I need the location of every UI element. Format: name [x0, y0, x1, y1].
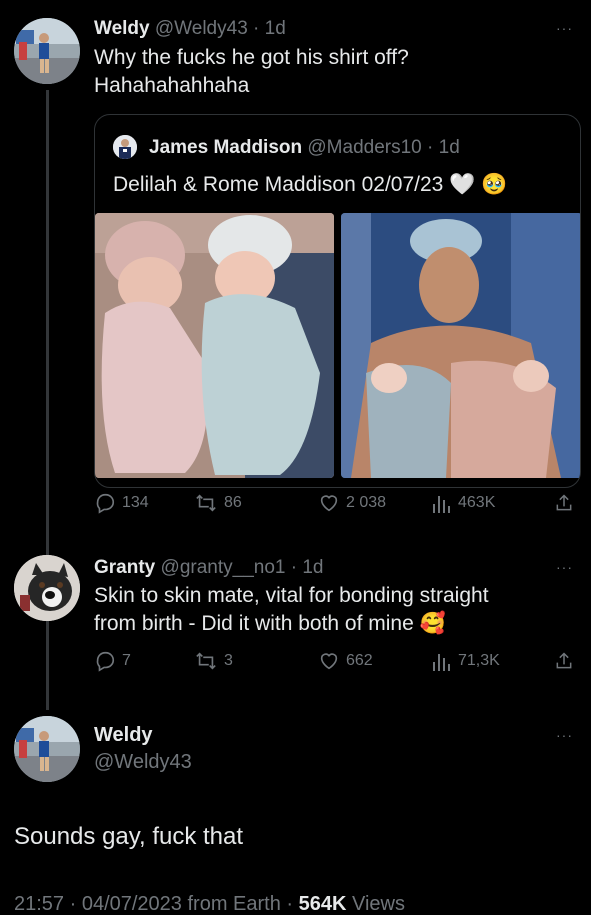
- tweet1-views-button[interactable]: 463K: [432, 492, 495, 514]
- quote-time: · 1d: [427, 137, 460, 158]
- tweet2-reply-button[interactable]: 7: [94, 650, 131, 672]
- tweet2-reply-count: 7: [122, 652, 131, 669]
- quote-author-name: James Maddison: [149, 137, 303, 158]
- tweet2-time[interactable]: · 1d: [291, 557, 324, 578]
- tweet1-reply-count: 134: [122, 494, 149, 511]
- main-author-name[interactable]: Weldy: [94, 724, 153, 747]
- tweet2-text-line2-wrap: from birth - Did it with both of mine 🥰: [94, 610, 489, 638]
- avatar-image: [113, 135, 137, 159]
- tweet1-reply-button[interactable]: 134: [94, 492, 149, 514]
- photo-newborn-twins[interactable]: [95, 213, 334, 478]
- like-icon: [320, 653, 338, 670]
- tweet1-views-count: 463K: [458, 494, 496, 511]
- tweet2-views-count: 71,3K: [458, 652, 500, 669]
- avatar-image: [14, 555, 80, 621]
- main-tweet-timestamp[interactable]: 21:57 · 04/07/2023 from Earth ·: [14, 893, 293, 915]
- reply-icon: [96, 493, 115, 514]
- tweet1-author-name[interactable]: Weldy: [94, 18, 150, 39]
- views-icon: [433, 654, 450, 671]
- photo-twins-image: [95, 213, 334, 478]
- share-icon: [556, 652, 572, 669]
- tweet2-retweet-button[interactable]: 3: [194, 650, 233, 672]
- main-author-handle[interactable]: @Weldy43: [94, 751, 192, 774]
- tweet2-like-button[interactable]: 662: [318, 650, 373, 672]
- quote-text-body: Delilah & Rome Maddison 02/07/23: [113, 173, 444, 196]
- tweet2-views-button[interactable]: 71,3K: [432, 650, 500, 672]
- tweet1-header: Weldy @Weldy43 · 1d: [94, 18, 286, 40]
- retweet-icon: [196, 494, 216, 512]
- avatar-granty[interactable]: [14, 555, 80, 621]
- tweet2-retweet-count: 3: [224, 652, 233, 669]
- tweet2-text-line2: from birth - Did it with both of mine: [94, 612, 414, 635]
- tweet1-text-line1: Why the fucks he got his shirt off?: [94, 46, 409, 69]
- views-icon: [433, 496, 450, 513]
- photo-maddison-image: [341, 213, 580, 478]
- tweet2-header: Granty @granty__no1 · 1d: [94, 557, 324, 579]
- avatar-weldy[interactable]: [14, 18, 80, 84]
- retweet-icon: [196, 652, 216, 670]
- main-tweet-text: Sounds gay, fuck that: [14, 823, 244, 850]
- like-icon: [320, 495, 338, 512]
- tweet1-text: Why the fucks he got his shirt off? Haha…: [94, 44, 409, 100]
- tweet2-text-line1: Skin to skin mate, vital for bonding str…: [94, 584, 489, 607]
- quoted-tweet[interactable]: James Maddison @Madders10 · 1d Delilah &…: [94, 114, 581, 488]
- tweet1-author-handle[interactable]: @Weldy43: [155, 18, 248, 39]
- tweet1-more-button[interactable]: ···: [556, 20, 573, 36]
- tweet1-like-button[interactable]: 2 038: [318, 492, 386, 514]
- main-tweet-meta: 21:57 · 04/07/2023 from Earth · 564K Vie…: [14, 893, 405, 915]
- tweet2-actions: 7 3 662 71,3K: [94, 650, 579, 680]
- photo-maddison-holding-twins[interactable]: [341, 213, 580, 478]
- tweet2-author-handle[interactable]: @granty__no1: [161, 557, 286, 578]
- tweet2-share-button[interactable]: [554, 650, 574, 672]
- tweet1-retweet-count: 86: [224, 494, 242, 511]
- tweet2-more-button[interactable]: ···: [556, 559, 573, 575]
- quote-author-handle: @Madders10: [307, 137, 422, 158]
- tweet2-like-count: 662: [346, 652, 373, 669]
- avatar-image: [14, 716, 80, 782]
- tweet2-text: Skin to skin mate, vital for bonding str…: [94, 582, 489, 638]
- tweet1-like-count: 2 038: [346, 494, 387, 511]
- tweet1-time[interactable]: · 1d: [253, 18, 286, 39]
- main-views-label: Views: [352, 893, 405, 915]
- tweet1-retweet-button[interactable]: 86: [194, 492, 242, 514]
- tweet1-share-button[interactable]: [554, 492, 574, 514]
- avatar-james-maddison: [113, 135, 137, 159]
- tweet2-emoji: 🥰: [419, 612, 446, 635]
- avatar-image: [14, 18, 80, 84]
- avatar-weldy-main[interactable]: [14, 716, 80, 782]
- quote-header: James Maddison @Madders10 · 1d: [149, 137, 460, 159]
- reply-icon: [96, 651, 115, 672]
- main-more-button[interactable]: ···: [556, 727, 573, 743]
- quote-emoji: 🤍 🥹: [449, 173, 508, 196]
- tweet1-text-line2: Hahahahahhaha: [94, 74, 250, 97]
- main-views-count: 564K: [298, 893, 347, 915]
- share-icon: [556, 494, 572, 511]
- tweet2-author-name[interactable]: Granty: [94, 557, 155, 578]
- quote-text: Delilah & Rome Maddison 02/07/23 🤍 🥹: [113, 171, 507, 199]
- tweet1-actions: 134 86 2 038 463K: [94, 492, 579, 522]
